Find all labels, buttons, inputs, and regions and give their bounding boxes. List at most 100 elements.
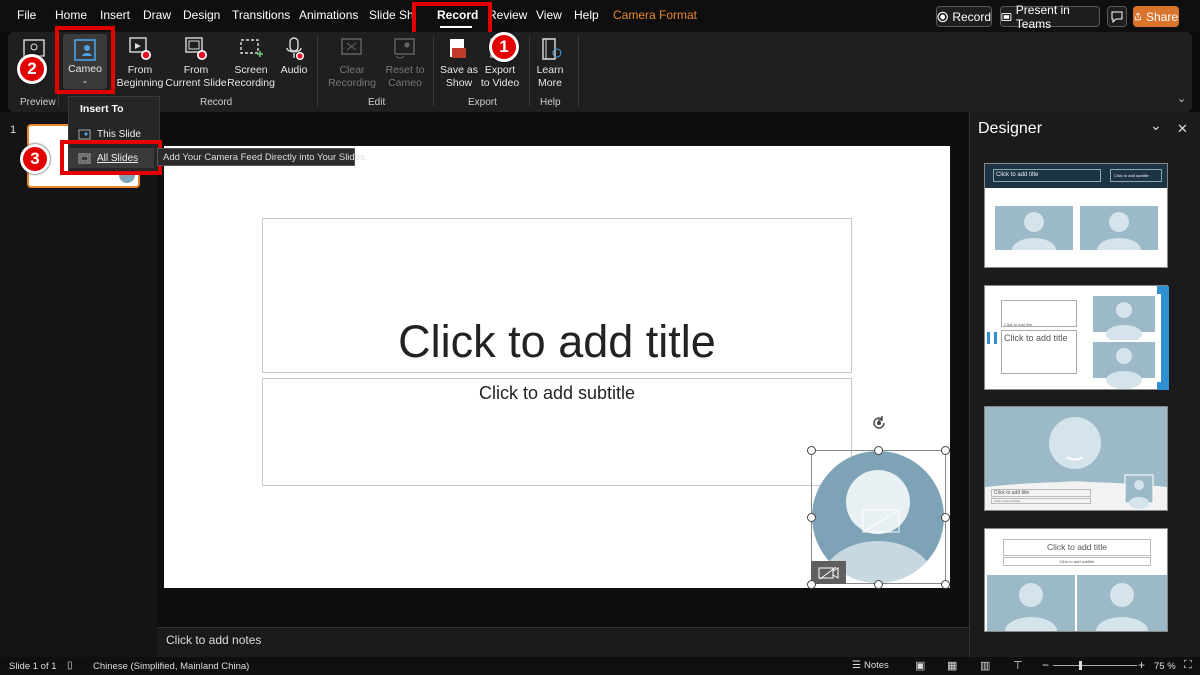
collapse-ribbon-icon[interactable]: ⌄ [1177, 92, 1186, 105]
clear-recording-label-2: Recording [328, 76, 376, 89]
reading-view-icon[interactable]: ▥ [980, 659, 990, 672]
comment-icon [1111, 11, 1123, 23]
teams-icon [1001, 12, 1012, 21]
tab-view[interactable]: View [536, 8, 562, 22]
design-idea-3[interactable]: Click to add title Click to add subtitle [984, 406, 1168, 511]
design-4-subtitle: Click to add subtitle [1003, 557, 1151, 566]
design-3-subtitle: Click to add subtitle [991, 498, 1091, 504]
zoom-in-icon[interactable]: + [1138, 658, 1145, 672]
comments-button[interactable] [1107, 6, 1127, 27]
this-slide-label: This Slide [97, 128, 141, 140]
thumbnail-number: 1 [10, 124, 17, 136]
menu-item-all-slides[interactable]: All Slides [68, 148, 154, 168]
from-current-label-1: From [183, 64, 209, 76]
resize-handle[interactable] [807, 580, 816, 589]
slide-title-text: Click to add title [398, 316, 716, 367]
group-label-export: Export [468, 97, 497, 108]
resize-handle[interactable] [941, 580, 950, 589]
zoom-out-icon[interactable]: − [1042, 658, 1049, 672]
normal-view-icon[interactable]: ▣ [915, 659, 925, 672]
reset-to-cameo-button[interactable]: Reset to Cameo [376, 36, 434, 92]
clear-recording-label-1: Clear [339, 64, 365, 76]
zoom-slider-thumb[interactable] [1079, 661, 1082, 670]
audio-button[interactable]: Audio [265, 36, 323, 92]
clear-recording-button[interactable]: Clear Recording [323, 36, 381, 92]
record-icon [937, 11, 948, 22]
tab-design[interactable]: Design [183, 8, 220, 22]
step-badge-2: 2 [17, 54, 47, 84]
tab-record[interactable]: Record [437, 8, 478, 22]
ribbon-separator [317, 36, 318, 106]
tab-file[interactable]: File [17, 8, 36, 22]
chevron-down-icon: ⌄ [81, 75, 89, 85]
design-idea-2[interactable]: Click to add title Click to add title [984, 285, 1169, 390]
title-placeholder[interactable]: Click to add title [262, 218, 852, 373]
record-button[interactable]: Record [936, 6, 992, 27]
this-slide-icon [78, 129, 91, 139]
clear-recording-icon [341, 38, 362, 55]
present-in-teams-button[interactable]: Present in Teams [1000, 3, 1100, 31]
export-video-label-1: Export [484, 64, 516, 76]
from-current-label-2: Current Slide [165, 76, 227, 89]
group-label-help: Help [540, 97, 561, 108]
cameo-button[interactable]: Cameo ⌄ [63, 34, 107, 89]
learn-more-button[interactable]: Learn More [521, 36, 579, 92]
record-from-beginning-icon [129, 37, 151, 60]
notes-icon: ☰ [852, 660, 861, 671]
learn-more-icon [542, 38, 562, 60]
chevron-down-icon[interactable]: ⌄ [1150, 117, 1162, 134]
fit-to-window-icon[interactable]: ⛶ [1184, 659, 1192, 672]
resize-handle[interactable] [941, 446, 950, 455]
record-current-slide-icon [185, 37, 207, 60]
design-1-title: Click to add title [993, 169, 1101, 182]
close-icon[interactable]: ✕ [1177, 121, 1188, 137]
camera-off-button[interactable] [811, 561, 846, 584]
tab-home[interactable]: Home [55, 8, 87, 22]
microphone-icon [286, 37, 304, 60]
resize-handle[interactable] [874, 446, 883, 455]
notes-button[interactable]: ☰ Notes [852, 660, 889, 671]
reset-cameo-label-2: Cameo [388, 76, 422, 89]
design-1-subtitle: Click to add subtitle [1110, 169, 1162, 182]
from-beginning-button[interactable]: From Beginning [111, 36, 169, 92]
slide-thumbnail-panel [0, 112, 157, 657]
resize-handle[interactable] [807, 446, 816, 455]
design-idea-1[interactable]: Click to add title Click to add subtitle [984, 163, 1168, 268]
zoom-slider[interactable] [1053, 665, 1137, 666]
record-button-label: Record [952, 9, 991, 24]
from-beginning-label-2: Beginning [116, 76, 164, 89]
tab-review[interactable]: Review [488, 8, 527, 22]
designer-title: Designer [978, 120, 1043, 137]
resize-handle[interactable] [874, 580, 883, 589]
learn-more-label-1: Learn [536, 64, 564, 76]
tab-help[interactable]: Help [574, 8, 599, 22]
resize-handle[interactable] [807, 513, 816, 522]
design-idea-4[interactable]: Click to add title Click to add subtitle [984, 528, 1168, 632]
accessibility-icon[interactable]: ▯ [67, 660, 73, 671]
design-2-title: Click to add title [1001, 330, 1077, 374]
tab-animations[interactable]: Animations [299, 8, 358, 22]
slide-counter: Slide 1 of 1 [9, 661, 57, 672]
tab-draw[interactable]: Draw [143, 8, 171, 22]
zoom-level[interactable]: 75 % [1154, 661, 1176, 672]
slideshow-view-icon[interactable]: ⊤ [1013, 659, 1023, 672]
design-1-cameo-images [995, 206, 1158, 250]
tab-transitions[interactable]: Transitions [232, 8, 290, 22]
subtitle-placeholder[interactable]: Click to add subtitle [262, 378, 852, 486]
share-label: Share [1145, 9, 1178, 24]
export-video-label-2: to Video [480, 76, 520, 89]
from-beginning-label-1: From [127, 64, 153, 76]
notes-pane[interactable]: Click to add notes [157, 627, 969, 657]
tab-insert[interactable]: Insert [100, 8, 130, 22]
slide-sorter-icon[interactable]: ▦ [947, 659, 957, 672]
tab-camera-format[interactable]: Camera Format [613, 8, 697, 22]
audio-label: Audio [280, 64, 308, 76]
language-status[interactable]: Chinese (Simplified, Mainland China) [93, 661, 249, 672]
camera-off-icon [818, 566, 838, 579]
resize-handle[interactable] [941, 513, 950, 522]
from-current-slide-button[interactable]: From Current Slide [165, 36, 227, 92]
ribbon-separator [578, 36, 579, 106]
rotate-handle-icon[interactable] [870, 414, 888, 432]
share-button[interactable]: Share [1133, 6, 1179, 27]
dropdown-header: Insert To [80, 103, 124, 115]
